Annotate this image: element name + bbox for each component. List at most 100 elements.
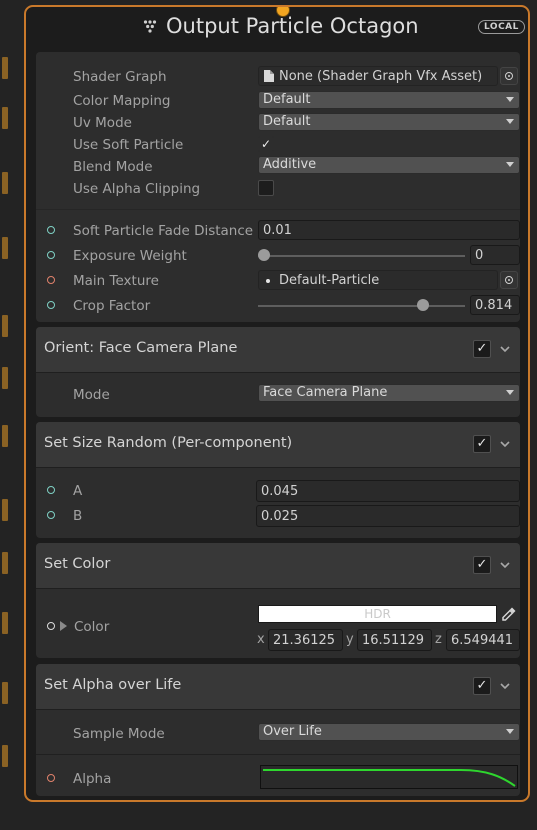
graph-edge-mark bbox=[2, 315, 8, 337]
use-alpha-clipping-checkbox[interactable] bbox=[258, 180, 274, 196]
alpha-curve-field[interactable] bbox=[260, 765, 518, 789]
uv-mode-value: Default bbox=[263, 114, 311, 129]
graph-edge-mark bbox=[2, 237, 8, 259]
set-color-enabled-checkbox[interactable]: ✓ bbox=[473, 556, 491, 574]
crop-factor-slider-thumb[interactable] bbox=[416, 299, 429, 311]
color-mapping-dropdown[interactable]: Default bbox=[258, 91, 520, 109]
uv-mode-label: Uv Mode bbox=[73, 115, 132, 131]
graph-edge-mark bbox=[2, 367, 8, 389]
expand-triangle-icon[interactable] bbox=[60, 621, 67, 631]
soft-particle-fade-distance-input[interactable]: 0.01 bbox=[258, 220, 520, 240]
chevron-down-icon[interactable] bbox=[498, 679, 512, 693]
color-y-input[interactable]: 16.51129 bbox=[357, 629, 432, 651]
set-size-block-title: Set Size Random (Per-component) bbox=[44, 435, 293, 451]
graph-edge-mark bbox=[2, 172, 8, 194]
crop-factor-label: Crop Factor bbox=[73, 298, 151, 314]
set-color-block-header[interactable]: Set Color ✓ bbox=[36, 543, 520, 589]
orient-enabled-checkbox[interactable]: ✓ bbox=[473, 340, 491, 358]
shader-graph-value: None (Shader Graph Vfx Asset) bbox=[279, 69, 483, 84]
crop-factor-input[interactable]: 0.814 bbox=[470, 295, 520, 315]
uv-mode-dropdown[interactable]: Default bbox=[258, 113, 520, 131]
orient-mode-dropdown[interactable]: Face Camera Plane bbox=[258, 384, 520, 402]
divider bbox=[36, 754, 520, 755]
main-texture-label: Main Texture bbox=[73, 273, 159, 289]
size-b-label: B bbox=[73, 508, 83, 524]
chevron-down-icon bbox=[506, 729, 514, 734]
target-icon bbox=[505, 72, 513, 80]
graph-edge-mark bbox=[2, 425, 8, 447]
orient-block-header[interactable]: Orient: Face Camera Plane ✓ bbox=[36, 327, 520, 373]
input-port[interactable] bbox=[47, 511, 55, 519]
divider bbox=[36, 209, 520, 210]
color-z-input[interactable]: 6.549441 bbox=[446, 629, 520, 651]
set-size-block-header[interactable]: Set Size Random (Per-component) ✓ bbox=[36, 422, 520, 468]
input-port[interactable] bbox=[47, 301, 55, 309]
orient-mode-value: Face Camera Plane bbox=[263, 385, 388, 400]
input-port[interactable] bbox=[47, 276, 55, 284]
alpha-label: Alpha bbox=[73, 771, 112, 787]
input-port[interactable] bbox=[47, 251, 55, 259]
texture-dot-icon bbox=[266, 279, 270, 283]
chevron-down-icon[interactable] bbox=[498, 342, 512, 356]
graph-edge-mark bbox=[2, 107, 8, 129]
shader-graph-label: Shader Graph bbox=[73, 69, 167, 85]
set-alpha-block[interactable]: Set Alpha over Life ✓ Sample Mode Over L… bbox=[36, 664, 520, 796]
graph-edge-mark bbox=[2, 57, 8, 79]
set-color-block-title: Set Color bbox=[44, 556, 111, 572]
graph-edge-mark bbox=[2, 745, 8, 767]
eyedropper-icon[interactable] bbox=[500, 605, 518, 623]
graph-edge-mark bbox=[2, 499, 8, 521]
orient-block[interactable]: Orient: Face Camera Plane ✓ Mode Face Ca… bbox=[36, 327, 520, 417]
input-port[interactable] bbox=[47, 622, 55, 630]
set-color-block[interactable]: Set Color ✓ Color HDR x 21.36125 y 16.51… bbox=[36, 543, 520, 658]
size-a-label: A bbox=[73, 483, 83, 499]
orient-mode-label: Mode bbox=[73, 387, 110, 403]
input-port[interactable] bbox=[47, 774, 55, 782]
set-alpha-block-header[interactable]: Set Alpha over Life ✓ bbox=[36, 664, 520, 710]
chevron-down-icon bbox=[506, 97, 514, 102]
sample-mode-label: Sample Mode bbox=[73, 726, 165, 742]
blend-mode-label: Blend Mode bbox=[73, 159, 153, 175]
color-swatch[interactable]: HDR bbox=[258, 605, 497, 623]
z-axis-label: z bbox=[435, 632, 442, 647]
chevron-down-icon[interactable] bbox=[498, 558, 512, 572]
exposure-weight-label: Exposure Weight bbox=[73, 248, 187, 264]
node-title: Output Particle Octagon bbox=[166, 14, 419, 38]
main-texture-field[interactable]: Default-Particle bbox=[258, 270, 498, 290]
size-a-input[interactable]: 0.045 bbox=[256, 480, 520, 502]
color-x-input[interactable]: 21.36125 bbox=[268, 629, 343, 651]
set-alpha-enabled-checkbox[interactable]: ✓ bbox=[473, 677, 491, 695]
output-particle-node[interactable]: Output Particle Octagon LOCAL Shader Gra… bbox=[24, 5, 530, 802]
chevron-down-icon bbox=[506, 390, 514, 395]
main-texture-picker-button[interactable] bbox=[500, 271, 518, 289]
blend-mode-dropdown[interactable]: Additive bbox=[258, 156, 520, 174]
color-label: Color bbox=[74, 619, 110, 635]
alpha-curve bbox=[263, 769, 516, 787]
graph-edge-mark bbox=[2, 552, 8, 574]
file-icon bbox=[264, 70, 274, 82]
use-soft-particle-checkbox[interactable]: ✓ bbox=[258, 136, 274, 152]
graph-edge-mark bbox=[2, 682, 8, 704]
soft-particle-fade-distance-label: Soft Particle Fade Distance bbox=[73, 223, 254, 239]
chevron-down-icon[interactable] bbox=[498, 437, 512, 451]
orient-block-title: Orient: Face Camera Plane bbox=[44, 340, 238, 356]
hdr-label: HDR bbox=[364, 607, 391, 621]
sample-mode-dropdown[interactable]: Over Life bbox=[258, 723, 520, 741]
color-mapping-value: Default bbox=[263, 92, 311, 107]
input-port[interactable] bbox=[47, 486, 55, 494]
set-size-block[interactable]: Set Size Random (Per-component) ✓ A 0.04… bbox=[36, 422, 520, 538]
size-b-input[interactable]: 0.025 bbox=[256, 505, 520, 527]
input-port[interactable] bbox=[47, 226, 55, 234]
exposure-weight-slider-thumb[interactable] bbox=[258, 249, 270, 261]
graph-edge-mark bbox=[2, 612, 8, 634]
crop-factor-slider[interactable] bbox=[258, 305, 465, 307]
shader-graph-field[interactable]: None (Shader Graph Vfx Asset) bbox=[258, 66, 498, 86]
exposure-weight-input[interactable]: 0 bbox=[470, 245, 520, 265]
set-size-enabled-checkbox[interactable]: ✓ bbox=[473, 435, 491, 453]
local-space-badge[interactable]: LOCAL bbox=[478, 20, 525, 34]
exposure-weight-slider[interactable] bbox=[258, 255, 465, 257]
use-alpha-clipping-label: Use Alpha Clipping bbox=[73, 181, 201, 197]
sample-mode-value: Over Life bbox=[263, 724, 322, 739]
main-texture-value: Default-Particle bbox=[279, 273, 380, 288]
shader-graph-picker-button[interactable] bbox=[500, 67, 518, 85]
